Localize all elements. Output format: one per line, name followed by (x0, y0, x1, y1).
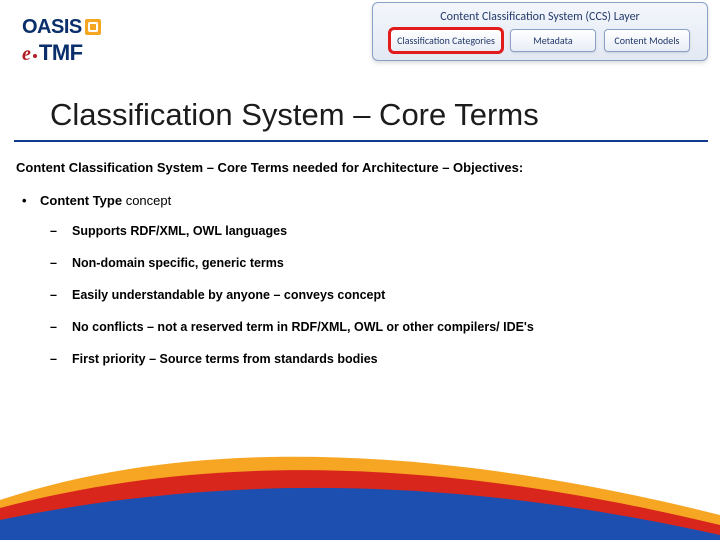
slide-title: Classification System – Core Terms (50, 98, 700, 132)
swoosh-decoration-icon (0, 430, 720, 540)
content-type-item: Content Type concept Supports RDF/XML, O… (40, 193, 704, 366)
ccs-sub-row: Classification Categories Metadata Conte… (379, 29, 701, 52)
footnote: *Spec, Table 6, p 21 (40, 507, 128, 520)
etmf-logo-tmf: TMF (39, 42, 83, 64)
ccs-box-classification-categories: Classification Categories (390, 29, 502, 52)
content-type-strong: Content Type (40, 193, 122, 208)
etmf-logo-dot-icon (33, 54, 37, 58)
logo-block: OASIS e TMF (22, 14, 101, 64)
objectives-line: Content Classification System – Core Ter… (16, 160, 704, 175)
etmf-logo: e TMF (22, 42, 101, 64)
title-underline (14, 140, 708, 142)
ccs-box-label: Classification Categories (397, 34, 495, 47)
sub-bullet: Easily understandable by anyone – convey… (72, 288, 704, 302)
sub-bullet: Non-domain specific, generic terms (72, 256, 704, 270)
sub-bullet: First priority – Source terms from stand… (72, 352, 704, 366)
ccs-layer-box: Content Classification System (CCS) Laye… (372, 2, 708, 61)
ccs-box-metadata: Metadata (510, 29, 596, 52)
ccs-layer-title: Content Classification System (CCS) Laye… (379, 7, 701, 29)
ccs-box-label: Metadata (533, 34, 572, 47)
bullet-list-level-1: Content Type concept Supports RDF/XML, O… (16, 193, 704, 366)
oasis-logo-text: OASIS (22, 17, 82, 37)
oasis-logo: OASIS (22, 14, 101, 40)
content-area: Content Classification System – Core Ter… (16, 160, 704, 384)
content-type-rest: concept (122, 193, 171, 208)
bullet-list-level-2: Supports RDF/XML, OWL languages Non-doma… (40, 224, 704, 366)
oasis-logo-mark-icon (85, 19, 101, 35)
ccs-box-label: Content Models (614, 34, 679, 47)
sub-bullet: Supports RDF/XML, OWL languages (72, 224, 704, 238)
sub-bullet: No conflicts – not a reserved term in RD… (72, 320, 704, 334)
ccs-box-content-models: Content Models (604, 29, 690, 52)
etmf-logo-e: e (22, 44, 31, 64)
ccs-diagram: Content Classification System (CCS) Laye… (372, 2, 708, 61)
